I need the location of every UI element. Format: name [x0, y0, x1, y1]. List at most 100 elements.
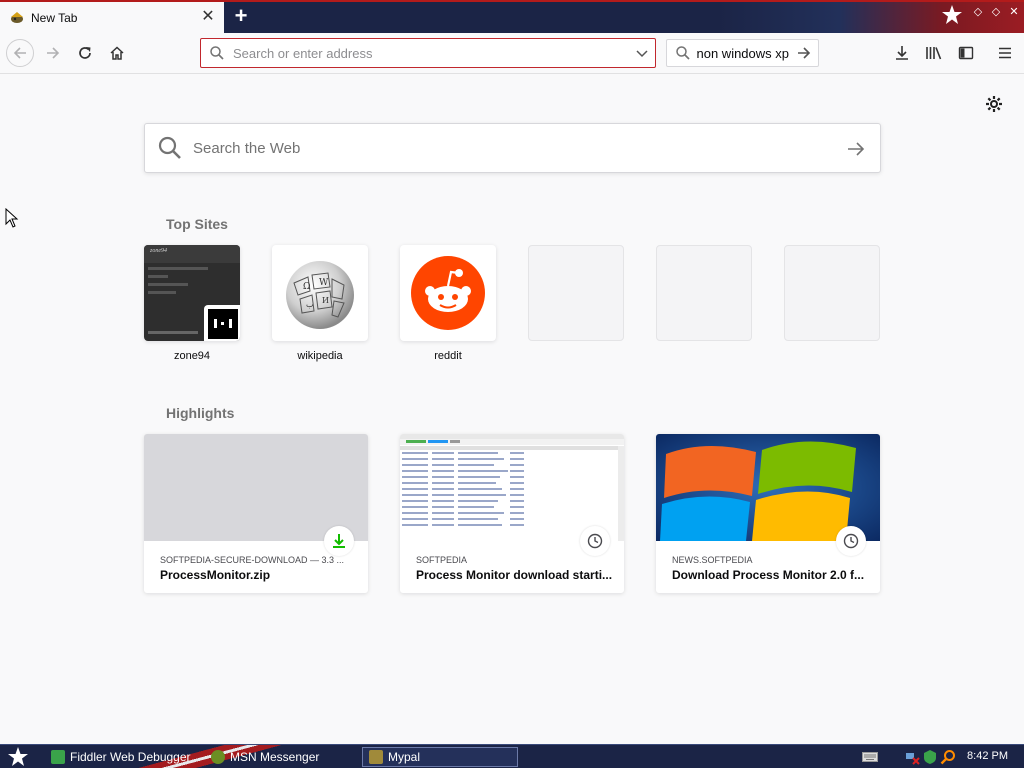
highlight-badge	[836, 526, 866, 556]
mypal-icon	[369, 750, 383, 764]
taskbar-item-label: Mypal	[388, 750, 421, 764]
highlight-source: SOFTPEDIA-SECURE-DOWNLOAD — 3.3 ...	[160, 555, 345, 565]
chevron-down-icon[interactable]	[635, 46, 649, 60]
top-site-empty	[784, 245, 880, 341]
new-tab-page: Top Sites zone94	[0, 74, 1024, 744]
start-button[interactable]	[4, 746, 32, 768]
close-tab-icon[interactable]: ✕	[200, 9, 216, 25]
web-search-input[interactable]	[193, 139, 813, 157]
svg-text:W: W	[319, 278, 329, 288]
minimize-window-button[interactable]: ◇	[971, 5, 985, 19]
tab-title: New Tab	[31, 10, 78, 25]
forward-button[interactable]	[39, 39, 67, 67]
library-button[interactable]	[924, 43, 944, 63]
sidebar-button[interactable]	[956, 43, 976, 63]
home-button[interactable]	[103, 39, 131, 67]
highlight-placeholder-image	[144, 434, 368, 541]
tab-strip: New Tab ✕ + ◇ ◇ ✕	[0, 0, 1024, 33]
menu-button[interactable]	[995, 43, 1015, 63]
top-site-placeholder	[656, 245, 752, 341]
top-site-label: zone94	[173, 350, 211, 362]
reload-icon	[79, 47, 91, 59]
download-icon	[333, 534, 345, 548]
fiddler-icon	[51, 750, 65, 764]
reload-button[interactable]	[71, 39, 99, 67]
arrow-left-icon	[13, 47, 26, 59]
download-icon	[896, 46, 908, 60]
network-icon[interactable]	[904, 749, 920, 765]
mouse-cursor-icon	[5, 208, 19, 228]
home-icon	[110, 46, 124, 60]
windows-logo-image	[656, 434, 880, 541]
highlight-card[interactable]: SOFTPEDIA Process Monitor download start…	[400, 434, 624, 593]
taskbar-item-fiddler[interactable]: Fiddler Web Debugger	[44, 747, 202, 767]
highlight-title: Download Process Monitor 2.0 f...	[672, 568, 865, 582]
top-site-empty	[656, 245, 752, 341]
tab-new-tab[interactable]: New Tab ✕	[0, 2, 224, 33]
maximize-window-button[interactable]: ◇	[989, 5, 1003, 19]
search-bar-text[interactable]: non windows xp	[697, 46, 789, 61]
highlights-heading: Highlights	[166, 405, 235, 421]
reddit-logo-icon	[411, 256, 485, 330]
clock-icon	[587, 533, 603, 549]
highlight-badge	[324, 526, 354, 556]
taskbar-item-label: Fiddler Web Debugger	[70, 750, 191, 764]
new-tab-button[interactable]: +	[229, 5, 253, 27]
top-site-thumbnail[interactable]: zone94	[144, 245, 240, 341]
search-icon	[158, 136, 181, 159]
top-site-thumbnail[interactable]: Ω W ب И	[272, 245, 368, 341]
web-search-box[interactable]	[144, 123, 881, 173]
downloads-button[interactable]	[892, 43, 912, 63]
top-site-label: reddit	[434, 350, 462, 362]
url-bar[interactable]	[200, 38, 656, 68]
arrow-right-icon	[47, 47, 60, 59]
top-site-zone94[interactable]: zone94 zone94	[144, 245, 240, 362]
top-site-reddit[interactable]: reddit	[400, 245, 496, 362]
clock-icon	[843, 533, 859, 549]
top-site-wikipedia[interactable]: Ω W ب И wikipedia	[272, 245, 368, 362]
search-bar[interactable]: non windows xp	[666, 39, 819, 67]
process-monitor-screenshot	[400, 434, 624, 541]
highlight-badge	[580, 526, 610, 556]
highlight-source: SOFTPEDIA	[416, 555, 468, 565]
highlight-title: ProcessMonitor.zip	[160, 568, 271, 582]
back-button[interactable]	[6, 39, 34, 67]
sidebar-icon	[958, 46, 974, 60]
wikipedia-globe-icon: Ω W ب И	[286, 255, 354, 329]
system-tray: 8:42 PM	[854, 745, 1024, 768]
msn-messenger-icon	[211, 750, 225, 764]
arrow-right-icon[interactable]	[846, 139, 866, 159]
search-icon[interactable]	[940, 749, 956, 765]
gear-icon[interactable]	[985, 95, 1003, 113]
highlights-grid: SOFTPEDIA-SECURE-DOWNLOAD — 3.3 ... Proc…	[144, 434, 884, 594]
hamburger-menu-icon	[999, 47, 1011, 59]
highlight-title: Process Monitor download starti...	[416, 568, 612, 582]
library-icon	[926, 47, 942, 60]
highlight-card[interactable]: SOFTPEDIA-SECURE-DOWNLOAD — 3.3 ... Proc…	[144, 434, 368, 593]
search-icon	[210, 46, 224, 60]
url-input[interactable]	[233, 45, 623, 61]
highlight-card[interactable]: NEWS.SOFTPEDIA Download Process Monitor …	[656, 434, 880, 593]
zone94-favicon-icon	[204, 305, 240, 341]
nav-toolbar: non windows xp	[0, 33, 1024, 74]
top-site-placeholder	[784, 245, 880, 341]
close-window-button[interactable]: ✕	[1007, 5, 1021, 19]
top-sites-heading: Top Sites	[166, 216, 228, 232]
svg-text:И: И	[322, 296, 329, 305]
taskbar-item-label: MSN Messenger	[230, 750, 320, 764]
taskbar-item-mypal[interactable]: Mypal	[362, 747, 518, 767]
highlight-source: NEWS.SOFTPEDIA	[672, 555, 753, 565]
arrow-right-icon[interactable]	[796, 45, 812, 61]
top-site-placeholder	[528, 245, 624, 341]
security-icon[interactable]	[922, 749, 938, 765]
svg-text:Ω: Ω	[303, 282, 310, 292]
top-site-empty	[528, 245, 624, 341]
search-icon	[676, 46, 690, 60]
keyboard-icon[interactable]	[862, 751, 878, 763]
top-sites-grid: zone94 zone94 Ω W ب И wikipedia reddit	[144, 245, 884, 375]
top-site-thumbnail[interactable]	[400, 245, 496, 341]
taskbar-item-msn[interactable]: MSN Messenger	[204, 747, 358, 767]
svg-text:ب: ب	[306, 300, 314, 309]
star-icon	[942, 5, 962, 24]
taskbar-clock[interactable]: 8:42 PM	[967, 750, 1008, 762]
